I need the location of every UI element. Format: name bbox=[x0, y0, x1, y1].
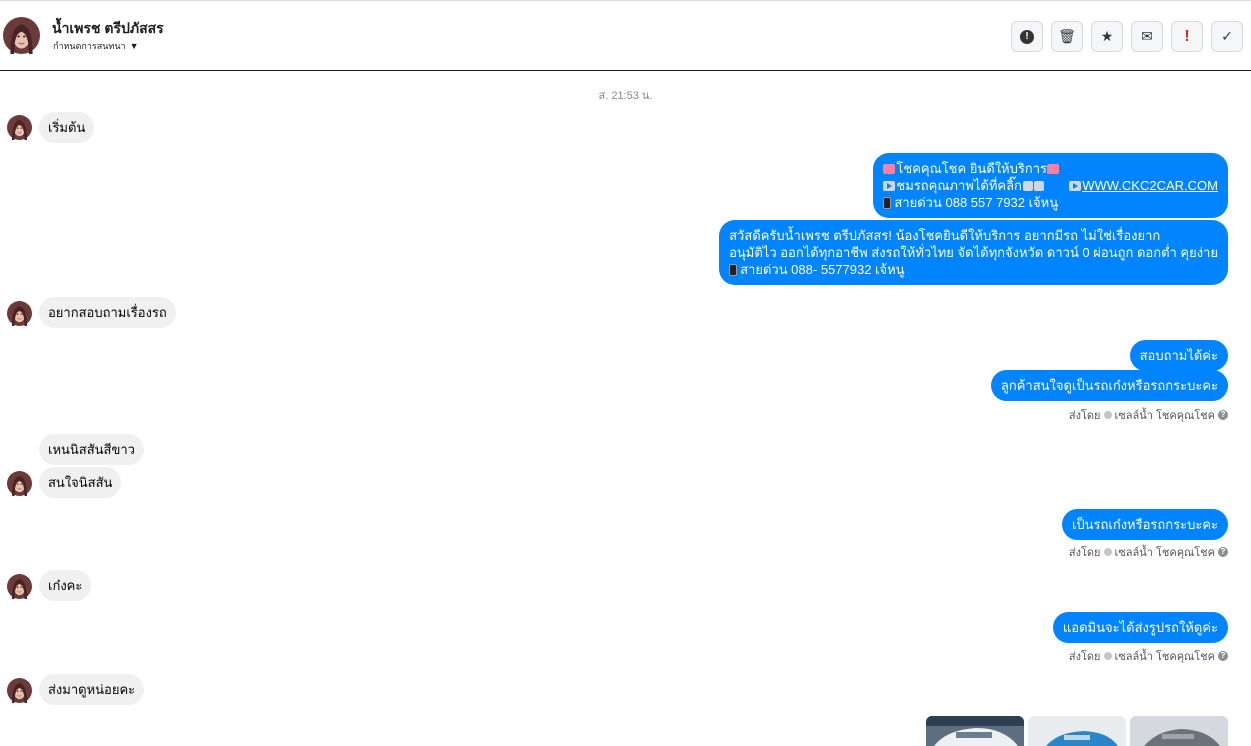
help-icon[interactable]: ? bbox=[1218, 410, 1228, 420]
exclamation-icon: ! bbox=[1184, 27, 1190, 45]
sent-by-prefix: ส่งโดย bbox=[1068, 410, 1101, 422]
conversation-label-dropdown[interactable]: กำหนดการสนทนา ▼ bbox=[53, 39, 138, 53]
website-link[interactable]: WWW.CKC2CAR.COM bbox=[1082, 178, 1218, 193]
phone-emoji-icon bbox=[883, 197, 892, 209]
mark-done-button[interactable]: ✓ bbox=[1211, 21, 1243, 52]
check-icon: ✓ bbox=[1221, 28, 1233, 44]
outgoing-message: สวัสดีครับน้ำเพรช ตรีปภัสสร! น้องโชคยินด… bbox=[719, 220, 1228, 285]
agent-name[interactable]: เซลล์น้ำ โชคคุณโชค bbox=[1115, 647, 1216, 665]
car-photo-blue[interactable] bbox=[1028, 716, 1126, 746]
incoming-message: ส่งมาดูหน่อยคะ bbox=[39, 674, 145, 705]
message-thread[interactable]: ส. 21:53 น. เริ่มต้น โชคคุณโชค ยินดีให้บ… bbox=[0, 72, 1251, 746]
message-line: สายด่วน 088 557 7932 เจ้หนู bbox=[894, 195, 1059, 210]
agent-avatar-icon bbox=[1103, 411, 1112, 419]
outgoing-message: เป็นรถเก๋งหรือรถกระบะคะ bbox=[1061, 509, 1228, 540]
thread-timestamp: ส. 21:53 น. bbox=[598, 90, 653, 102]
envelope-icon: ✉ bbox=[1141, 28, 1153, 44]
sender-avatar[interactable] bbox=[7, 471, 32, 496]
delete-button[interactable]: 🗑 bbox=[1051, 21, 1083, 52]
sent-by-label: ส่งโดย เซลล์น้ำ โชคคุณโชค ? bbox=[1069, 647, 1228, 665]
sent-by-label: ส่งโดย เซลล์น้ำ โชคคุณโชค ? bbox=[1069, 406, 1228, 424]
agent-avatar-icon bbox=[1103, 548, 1112, 556]
heart-emoji-icon bbox=[1047, 164, 1060, 174]
agent-avatar-icon bbox=[1103, 652, 1112, 660]
sender-avatar[interactable] bbox=[7, 574, 32, 599]
sent-by-prefix: ส่งโดย bbox=[1068, 651, 1101, 663]
message-line: โชคคุณโชค ยินดีให้บริการ bbox=[896, 161, 1048, 176]
play-emoji-icon bbox=[883, 181, 896, 191]
trash-icon: 🗑 bbox=[1058, 28, 1076, 44]
sender-avatar[interactable] bbox=[7, 678, 32, 703]
caret-down-icon: ▼ bbox=[129, 41, 139, 51]
message-line: สายด่วน 088- 5577932 เจ้หนู bbox=[740, 262, 905, 277]
conversation-header: น้ำเพรช ตรีปภัสสร กำหนดการสนทนา ▼ ! 🗑 ★ … bbox=[0, 1, 1251, 71]
incoming-message: อยากสอบถามเรื่องรถ bbox=[39, 297, 176, 328]
down-arrow-emoji-icon bbox=[1033, 181, 1044, 191]
sent-by-label: ส่งโดย เซลล์น้ำ โชคคุณโชค ? bbox=[1069, 543, 1228, 561]
mark-unread-button[interactable]: ✉ bbox=[1131, 21, 1163, 52]
play-emoji-icon bbox=[1069, 181, 1082, 191]
outgoing-message: แอดมินจะได้ส่งรูปรถให้ดูค่ะ bbox=[1052, 612, 1228, 643]
report-button[interactable]: ! bbox=[1011, 21, 1043, 52]
star-button[interactable]: ★ bbox=[1091, 21, 1123, 52]
incoming-message: เหนนิสสันสีขาว bbox=[39, 434, 144, 465]
outgoing-message: ลูกค้าสนใจดูเป็นรถเก๋งหรือรถกระบะคะ bbox=[990, 370, 1228, 401]
header-actions: ! 🗑 ★ ✉ ! ✓ bbox=[1011, 21, 1243, 52]
contact-avatar[interactable] bbox=[3, 17, 40, 54]
photo-attachments bbox=[926, 716, 1228, 746]
message-line: ชมรถคุณภาพได้ที่คลิ๊ก bbox=[896, 178, 1022, 193]
down-arrow-emoji-icon bbox=[1022, 181, 1033, 191]
agent-name[interactable]: เซลล์น้ำ โชคคุณโชค bbox=[1115, 543, 1216, 561]
car-photo-white[interactable] bbox=[926, 716, 1024, 746]
conversation-label: กำหนดการสนทนา bbox=[53, 41, 126, 51]
agent-name[interactable]: เซลล์น้ำ โชคคุณโชค bbox=[1115, 406, 1216, 424]
phone-emoji-icon bbox=[729, 264, 738, 276]
spam-button[interactable]: ! bbox=[1171, 21, 1203, 52]
heart-emoji-icon bbox=[883, 164, 896, 174]
star-icon: ★ bbox=[1100, 28, 1114, 44]
incoming-message: สนใจนิสสัน bbox=[39, 467, 122, 498]
outgoing-message: โชคคุณโชค ยินดีให้บริการ ชมรถคุณภาพได้ที… bbox=[873, 153, 1228, 218]
alert-circle-icon: ! bbox=[1020, 29, 1034, 44]
incoming-message: เก๋งคะ bbox=[39, 570, 92, 601]
help-icon[interactable]: ? bbox=[1218, 651, 1228, 661]
help-icon[interactable]: ? bbox=[1218, 547, 1228, 557]
sender-avatar[interactable] bbox=[7, 115, 32, 140]
outgoing-message: สอบถามได้ค่ะ bbox=[1129, 340, 1228, 371]
incoming-message: เริ่มต้น bbox=[39, 112, 95, 143]
car-photo-grey[interactable] bbox=[1130, 716, 1228, 746]
contact-name[interactable]: น้ำเพรช ตรีปภัสสร bbox=[52, 18, 164, 40]
sent-by-prefix: ส่งโดย bbox=[1068, 547, 1101, 559]
message-line: อนุมัติไว ออกได้ทุกอาชีพ ส่งรถให้ทั่วไทย… bbox=[729, 245, 1218, 260]
sender-avatar[interactable] bbox=[7, 301, 32, 326]
message-line: สวัสดีครับน้ำเพรช ตรีปภัสสร! น้องโชคยินด… bbox=[729, 228, 1161, 243]
